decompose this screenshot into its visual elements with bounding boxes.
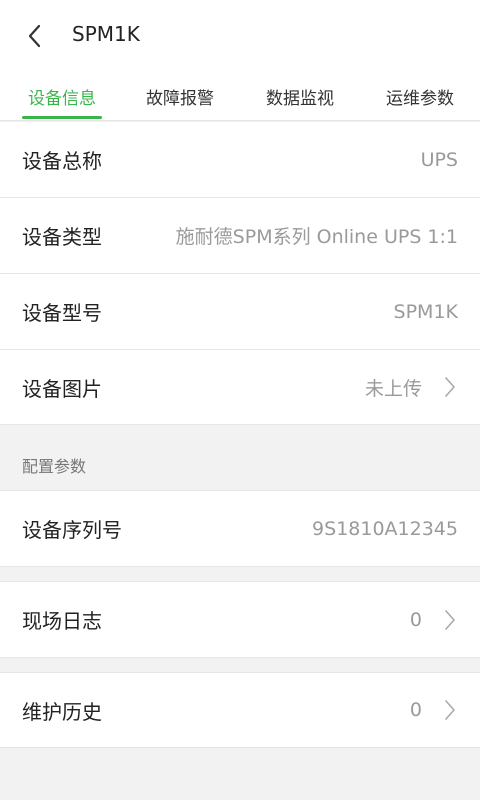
chevron-right-icon bbox=[445, 609, 455, 630]
active-tab-indicator bbox=[22, 116, 102, 119]
row-device-model: 设备型号 SPM1K bbox=[0, 274, 480, 350]
row-maintenance-history[interactable]: 维护历史 0 bbox=[0, 672, 480, 748]
row-site-log[interactable]: 现场日志 0 bbox=[0, 581, 480, 658]
device-model-value: SPM1K bbox=[393, 300, 458, 323]
tab-data-monitor[interactable]: 数据监视 bbox=[260, 72, 340, 120]
serial-number-label: 设备序列号 bbox=[22, 518, 122, 542]
device-model-label: 设备型号 bbox=[22, 301, 102, 325]
serial-number-value: 9S1810A12345 bbox=[312, 517, 458, 540]
device-image-value: 未上传 bbox=[364, 377, 422, 400]
chevron-left-icon bbox=[28, 24, 41, 48]
back-button[interactable] bbox=[0, 0, 70, 72]
chevron-right-icon bbox=[445, 377, 455, 397]
device-name-value: UPS bbox=[420, 148, 458, 171]
site-log-label: 现场日志 bbox=[22, 609, 102, 633]
tab-device-info[interactable]: 设备信息 bbox=[22, 72, 102, 120]
row-device-type: 设备类型 施耐德SPM系列 Online UPS 1:1 bbox=[0, 198, 480, 274]
section-config-title: 配置参数 bbox=[22, 457, 87, 476]
site-log-count: 0 bbox=[409, 608, 422, 631]
device-type-label: 设备类型 bbox=[22, 225, 102, 249]
maintenance-history-count: 0 bbox=[409, 699, 422, 721]
maintenance-history-label: 维护历史 bbox=[22, 699, 102, 724]
chevron-right-icon bbox=[445, 700, 455, 720]
page-title: SPM1K bbox=[72, 22, 140, 46]
device-image-label: 设备图片 bbox=[22, 376, 102, 401]
row-device-image[interactable]: 设备图片 未上传 bbox=[0, 350, 480, 425]
row-device-name: 设备总称 UPS bbox=[0, 122, 480, 198]
tab-bar: 设备信息 故障报警 数据监视 运维参数 bbox=[0, 72, 480, 121]
section-config: 配置参数 bbox=[0, 425, 480, 489]
tab-fault-alarm[interactable]: 故障报警 bbox=[140, 72, 220, 120]
app-header: SPM1K bbox=[0, 0, 480, 72]
row-serial-number: 设备序列号 9S1810A12345 bbox=[0, 490, 480, 567]
device-name-label: 设备总称 bbox=[22, 149, 102, 173]
tab-maintenance-params[interactable]: 运维参数 bbox=[380, 72, 460, 120]
device-type-value: 施耐德SPM系列 Online UPS 1:1 bbox=[175, 226, 458, 248]
